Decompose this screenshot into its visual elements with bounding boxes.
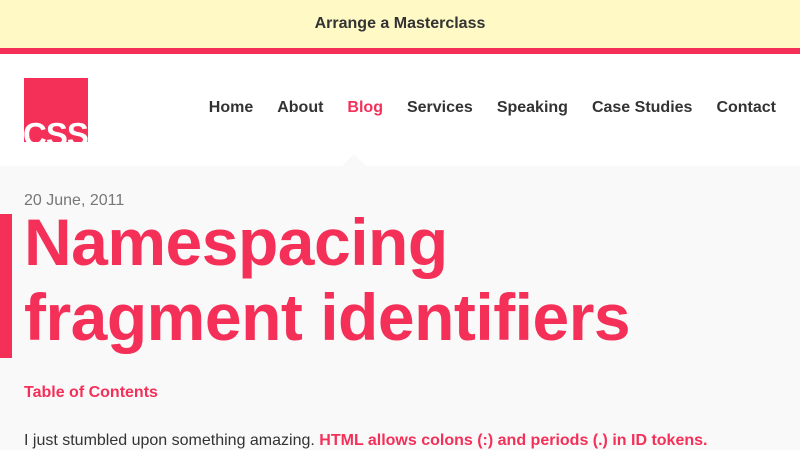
nav-item-contact[interactable]: Contact bbox=[716, 98, 776, 118]
masterclass-banner: Arrange a Masterclass bbox=[0, 0, 800, 48]
site-header: CSS Home About Blog Services Speaking Ca… bbox=[0, 54, 800, 166]
nav-item-services[interactable]: Services bbox=[407, 98, 473, 118]
nav-item-about[interactable]: About bbox=[277, 98, 323, 118]
post-title-line-2: fragment identifiers bbox=[24, 280, 631, 354]
intro-link[interactable]: HTML allows colons (:) and periods (.) i… bbox=[319, 432, 707, 449]
intro-paragraph: I just stumbled upon something amazing. … bbox=[24, 432, 784, 450]
intro-text: I just stumbled upon something amazing. bbox=[24, 432, 320, 449]
site-logo[interactable]: CSS bbox=[24, 78, 88, 142]
logo-text: CSS bbox=[24, 116, 88, 142]
post-title-line-1: Namespacing bbox=[24, 205, 448, 279]
active-nav-pointer bbox=[342, 154, 366, 166]
post-title: Namespacing fragment identifiers bbox=[24, 205, 784, 355]
title-accent-bar bbox=[0, 214, 12, 358]
table-of-contents-link[interactable]: Table of Contents bbox=[24, 384, 158, 402]
main-nav: Home About Blog Services Speaking Case S… bbox=[209, 98, 776, 118]
nav-item-blog[interactable]: Blog bbox=[347, 98, 383, 118]
nav-item-case-studies[interactable]: Case Studies bbox=[592, 98, 692, 118]
nav-item-speaking[interactable]: Speaking bbox=[497, 98, 568, 118]
arrange-masterclass-link[interactable]: Arrange a Masterclass bbox=[315, 15, 486, 33]
nav-item-home[interactable]: Home bbox=[209, 98, 253, 118]
